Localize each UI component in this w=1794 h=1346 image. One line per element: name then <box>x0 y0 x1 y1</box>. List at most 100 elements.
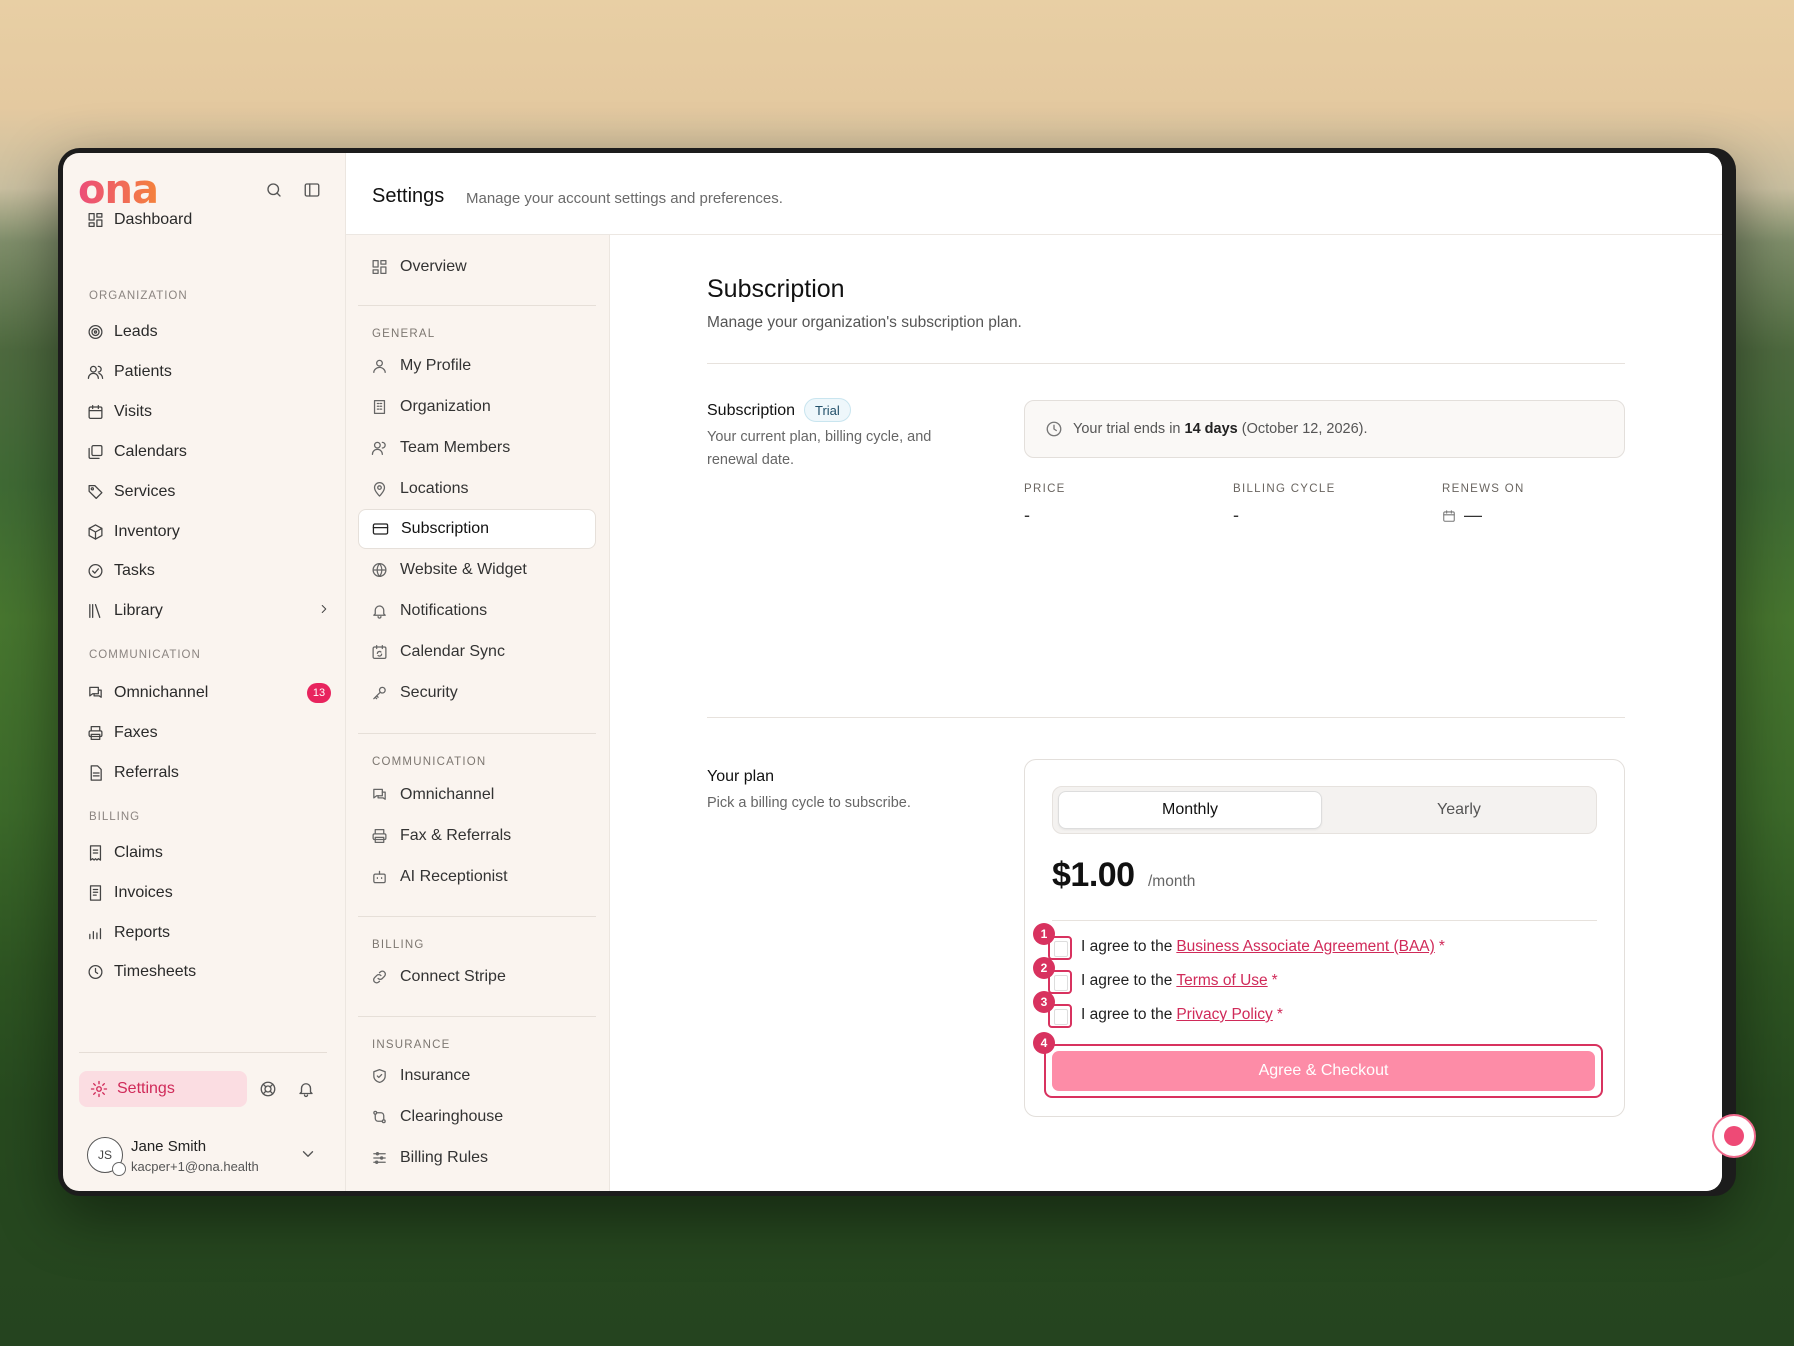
sidebar-item-referrals[interactable]: Referrals <box>87 758 331 788</box>
settings-nav-calendar-sync[interactable]: Calendar Sync <box>358 632 596 672</box>
gear-icon <box>90 1080 108 1098</box>
building-icon <box>371 399 388 416</box>
section-communication: COMMUNICATION <box>372 756 487 768</box>
monthly-tab[interactable]: Monthly <box>1058 791 1322 829</box>
settings-nav-team-members[interactable]: Team Members <box>358 428 596 468</box>
sidebar-item-visits[interactable]: Visits <box>87 397 331 427</box>
settings-nav-overview[interactable]: Overview <box>358 247 596 287</box>
plan-card: Monthly Yearly $1.00 /month 1 I agree to… <box>1024 759 1625 1117</box>
privacy-link[interactable]: Privacy Policy <box>1176 1006 1272 1024</box>
invoice-icon <box>87 885 104 902</box>
main-panel: Settings Manage your account settings an… <box>345 153 1722 1191</box>
sliders-icon <box>371 1150 388 1167</box>
users-icon <box>87 364 104 381</box>
settings-nav-divider <box>358 1016 596 1017</box>
plan-price: $1.00 <box>1052 856 1135 894</box>
shield-icon <box>371 1068 388 1085</box>
page-subtitle: Manage your account settings and prefere… <box>466 190 783 207</box>
app-window: ona Dashboard ORGANIZATION Leads Patient… <box>63 153 1722 1191</box>
lifebuoy-icon[interactable] <box>259 1080 277 1098</box>
sidebar-item-dashboard[interactable]: Dashboard <box>87 205 331 235</box>
terms-agreement: I agree to the Terms of Use * <box>1081 972 1278 990</box>
settings-nav-locations[interactable]: Locations <box>358 469 596 509</box>
settings-nav-fax-referrals[interactable]: Fax & Referrals <box>358 816 596 856</box>
check-circle-icon <box>87 563 104 580</box>
calendar-sync-icon <box>371 644 388 661</box>
user-menu[interactable]: JS Jane Smith kacper+1@ona.health <box>79 1131 327 1177</box>
sidebar-item-reports[interactable]: Reports <box>87 918 331 948</box>
sidebar-item-timesheets[interactable]: Timesheets <box>87 957 331 987</box>
subscription-description: Your current plan, billing cycle, and re… <box>707 429 932 468</box>
sidebar-item-invoices[interactable]: Invoices <box>87 878 331 908</box>
dashboard-icon <box>87 212 104 229</box>
link-icon <box>371 969 388 986</box>
section-general: GENERAL <box>372 328 436 340</box>
sidebar-item-omnichannel[interactable]: Omnichannel 13 <box>87 678 331 708</box>
section-communication: COMMUNICATION <box>89 649 201 661</box>
baa-link[interactable]: Business Associate Agreement (BAA) <box>1176 938 1434 956</box>
sidebar-item-patients[interactable]: Patients <box>87 357 331 387</box>
sidebar-item-leads[interactable]: Leads <box>87 317 331 347</box>
status-clock-icon <box>112 1162 126 1176</box>
chevron-right-icon[interactable] <box>317 602 331 616</box>
yearly-tab[interactable]: Yearly <box>1327 791 1591 829</box>
sidebar-item-inventory[interactable]: Inventory <box>87 517 331 547</box>
tag-icon <box>87 484 104 501</box>
page-header: Settings Manage your account settings an… <box>346 153 1722 235</box>
settings-nav-website-widget[interactable]: Website & Widget <box>358 550 596 590</box>
sidebar-item-settings[interactable]: Settings <box>79 1071 247 1107</box>
bell-icon <box>371 603 388 620</box>
agree-checkout-button[interactable]: Agree & Checkout <box>1052 1051 1595 1091</box>
section-organization: ORGANIZATION <box>89 290 188 302</box>
search-icon[interactable] <box>265 181 283 199</box>
clock-icon <box>87 964 104 981</box>
clock-icon <box>1045 420 1063 438</box>
sidebar-item-calendars[interactable]: Calendars <box>87 437 331 467</box>
settings-nav-connect-stripe[interactable]: Connect Stripe <box>358 957 596 997</box>
document-icon <box>87 765 104 782</box>
chart-icon <box>87 925 104 942</box>
chat-widget-button[interactable] <box>1712 1114 1756 1158</box>
settings-nav-insurance[interactable]: Insurance <box>358 1056 596 1096</box>
sidebar-toggle-icon[interactable] <box>303 181 321 199</box>
billing-cycle-label: BILLING CYCLE <box>1233 483 1336 495</box>
settings-nav: Overview GENERAL My Profile Organization… <box>346 235 610 1191</box>
unread-count-badge: 13 <box>307 683 331 703</box>
bell-icon[interactable] <box>297 1080 315 1098</box>
settings-nav-omnichannel[interactable]: Omnichannel <box>358 775 596 815</box>
library-icon <box>87 603 104 620</box>
settings-nav-billing-rules[interactable]: Billing Rules <box>358 1138 596 1178</box>
subscription-label: Subscription <box>707 402 796 419</box>
chevron-down-icon[interactable] <box>299 1145 317 1163</box>
user-icon <box>371 358 388 375</box>
sidebar-item-services[interactable]: Services <box>87 477 331 507</box>
sidebar-item-claims[interactable]: Claims <box>87 838 331 868</box>
sidebar-item-faxes[interactable]: Faxes <box>87 718 331 748</box>
status-badge: Trial <box>804 398 851 422</box>
billing-cycle-value: - <box>1233 505 1239 525</box>
globe-icon <box>371 562 388 579</box>
plan-label: Your plan <box>707 768 775 785</box>
user-name: Jane Smith <box>131 1138 207 1155</box>
settings-nav-subscription[interactable]: Subscription <box>358 509 596 549</box>
price-period: /month <box>1148 873 1196 890</box>
settings-nav-clearinghouse[interactable]: Clearinghouse <box>358 1097 596 1137</box>
section-billing: BILLING <box>372 939 425 951</box>
settings-nav-ai-receptionist[interactable]: AI Receptionist <box>358 857 596 897</box>
settings-nav-my-profile[interactable]: My Profile <box>358 346 596 386</box>
calendar-icon <box>87 404 104 421</box>
sidebar-item-tasks[interactable]: Tasks <box>87 556 331 586</box>
price-value: - <box>1024 505 1030 525</box>
settings-nav-organization[interactable]: Organization <box>358 387 596 427</box>
terms-link[interactable]: Terms of Use <box>1176 972 1267 990</box>
user-email: kacper+1@ona.health <box>131 1159 259 1174</box>
price-label: PRICE <box>1024 483 1066 495</box>
settings-nav-security[interactable]: Security <box>358 673 596 713</box>
section-insurance: INSURANCE <box>372 1039 451 1051</box>
settings-nav-notifications[interactable]: Notifications <box>358 591 596 631</box>
section-title: Subscription <box>707 275 845 303</box>
sidebar-item-library[interactable]: Library <box>87 596 331 626</box>
settings-nav-divider <box>358 733 596 734</box>
route-icon <box>371 1109 388 1126</box>
baa-agreement: I agree to the Business Associate Agreem… <box>1081 938 1445 956</box>
